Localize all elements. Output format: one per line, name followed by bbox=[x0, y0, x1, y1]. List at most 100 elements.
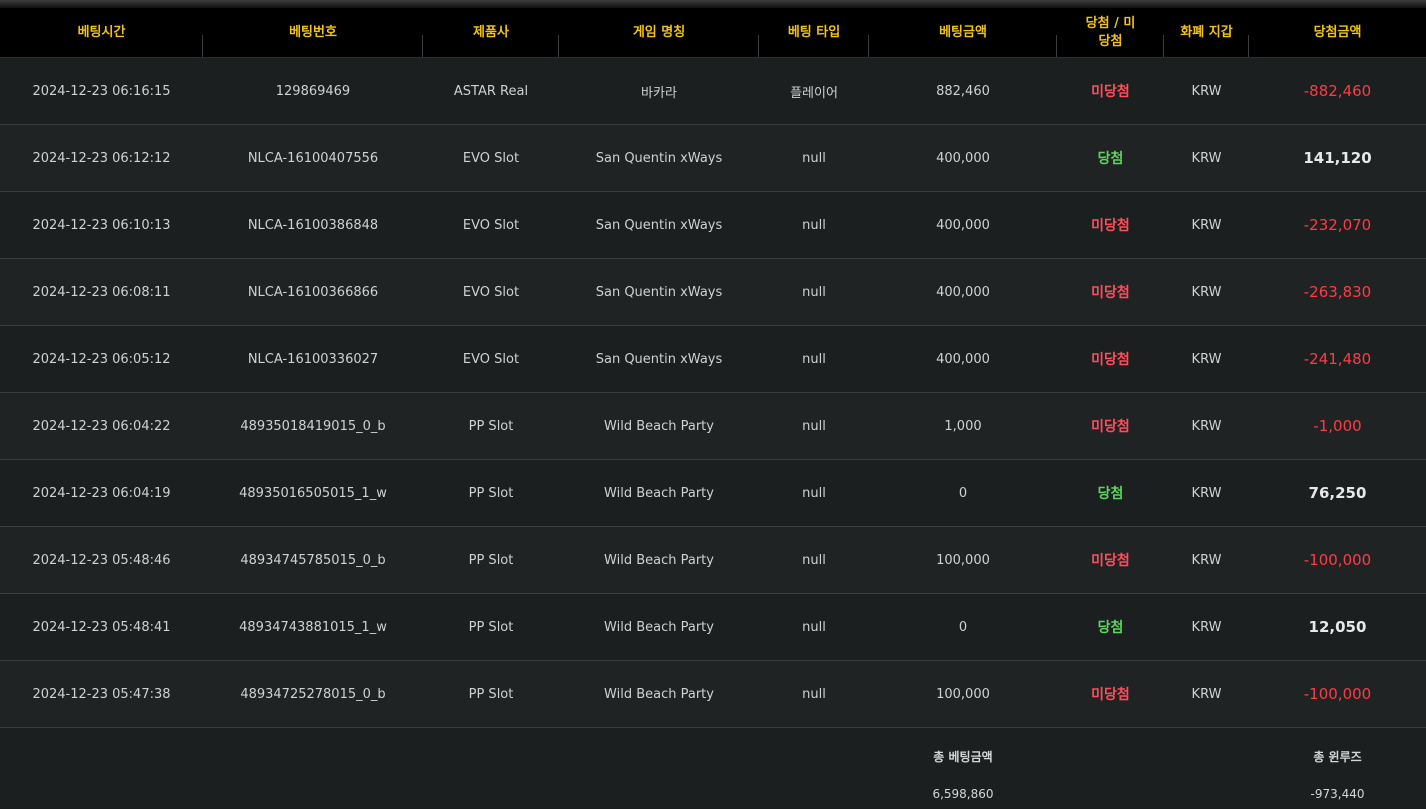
currency-cell: KRW bbox=[1164, 593, 1249, 661]
bet-time-cell: 2024-12-23 06:12:12 bbox=[0, 124, 203, 192]
header-bet-number: 베팅번호 bbox=[203, 8, 423, 58]
provider-cell: PP Slot bbox=[423, 526, 559, 594]
header-game-name: 게임 명칭 bbox=[559, 8, 759, 58]
bet-type-cell: null bbox=[759, 124, 869, 192]
table-row: 2024-12-23 05:47:38 48934725278015_0_b PP … bbox=[0, 660, 1426, 728]
game-name-cell: San Quentin xWays bbox=[559, 191, 759, 259]
bet-amount-cell: 100,000 bbox=[869, 526, 1057, 594]
bet-number-cell: 48934745785015_0_b bbox=[203, 526, 423, 594]
bet-time-cell: 2024-12-23 06:05:12 bbox=[0, 325, 203, 393]
result-cell: 당첨 bbox=[1057, 593, 1164, 661]
provider-cell: PP Slot bbox=[423, 459, 559, 527]
payout-cell: -882,460 bbox=[1249, 57, 1426, 125]
payout-cell: 76,250 bbox=[1249, 459, 1426, 527]
bet-amount-cell: 400,000 bbox=[869, 258, 1057, 326]
total-winloss-cell: 총 윈루즈 -973,440 bbox=[1249, 727, 1426, 808]
bet-time-cell: 2024-12-23 06:04:19 bbox=[0, 459, 203, 527]
header-bet-amount: 베팅금액 bbox=[869, 8, 1057, 58]
bet-time-cell: 2024-12-23 06:08:11 bbox=[0, 258, 203, 326]
betting-history-table: 베팅시간 베팅번호 제품사 게임 명칭 베팅 타입 베팅금액 당첨 / 미당첨 … bbox=[0, 8, 1426, 808]
bet-number-cell: NLCA-16100407556 bbox=[203, 124, 423, 192]
bet-number-cell: 48934725278015_0_b bbox=[203, 660, 423, 728]
payout-cell: -100,000 bbox=[1249, 660, 1426, 728]
bet-number-cell: 129869469 bbox=[203, 57, 423, 125]
result-cell: 미당첨 bbox=[1057, 325, 1164, 393]
result-cell: 미당첨 bbox=[1057, 392, 1164, 460]
currency-cell: KRW bbox=[1164, 258, 1249, 326]
payout-cell: -241,480 bbox=[1249, 325, 1426, 393]
table-body: 2024-12-23 06:16:15 129869469 ASTAR Real 바카… bbox=[0, 57, 1426, 728]
bet-type-cell: 플레이어 bbox=[759, 57, 869, 125]
currency-cell: KRW bbox=[1164, 191, 1249, 259]
game-name-cell: Wild Beach Party bbox=[559, 459, 759, 527]
header-payout: 당첨금액 bbox=[1249, 8, 1426, 58]
table-row: 2024-12-23 06:16:15 129869469 ASTAR Real 바카… bbox=[0, 57, 1426, 125]
header-result: 당첨 / 미당첨 bbox=[1057, 8, 1164, 58]
table-row: 2024-12-23 06:12:12 NLCA-16100407556 EVO S… bbox=[0, 124, 1426, 192]
game-name-cell: Wild Beach Party bbox=[559, 392, 759, 460]
bet-type-cell: null bbox=[759, 258, 869, 326]
payout-cell: -100,000 bbox=[1249, 526, 1426, 594]
total-bet-value: 6,598,860 bbox=[932, 787, 994, 801]
currency-cell: KRW bbox=[1164, 459, 1249, 527]
bet-time-cell: 2024-12-23 06:16:15 bbox=[0, 57, 203, 125]
table-summary: 총 베팅금액 6,598,860 총 윈루즈 -973,440 bbox=[0, 727, 1426, 808]
result-cell: 미당첨 bbox=[1057, 258, 1164, 326]
result-cell: 미당첨 bbox=[1057, 526, 1164, 594]
bet-number-cell: 48935018419015_0_b bbox=[203, 392, 423, 460]
bet-time-cell: 2024-12-23 05:48:46 bbox=[0, 526, 203, 594]
table-row: 2024-12-23 06:08:11 NLCA-16100366866 EVO S… bbox=[0, 258, 1426, 326]
bet-amount-cell: 100,000 bbox=[869, 660, 1057, 728]
provider-cell: PP Slot bbox=[423, 593, 559, 661]
bet-type-cell: null bbox=[759, 526, 869, 594]
currency-cell: KRW bbox=[1164, 325, 1249, 393]
bet-amount-cell: 400,000 bbox=[869, 325, 1057, 393]
currency-cell: KRW bbox=[1164, 392, 1249, 460]
payout-cell: -232,070 bbox=[1249, 191, 1426, 259]
game-name-cell: Wild Beach Party bbox=[559, 526, 759, 594]
top-bar bbox=[0, 0, 1426, 8]
table-header: 베팅시간 베팅번호 제품사 게임 명칭 베팅 타입 베팅금액 당첨 / 미당첨 … bbox=[0, 8, 1426, 58]
table-row: 2024-12-23 06:04:22 48935018419015_0_b PP … bbox=[0, 392, 1426, 460]
bet-time-cell: 2024-12-23 06:04:22 bbox=[0, 392, 203, 460]
bet-type-cell: null bbox=[759, 459, 869, 527]
bet-time-cell: 2024-12-23 05:48:41 bbox=[0, 593, 203, 661]
bet-number-cell: 48935016505015_1_w bbox=[203, 459, 423, 527]
header-bet-time: 베팅시간 bbox=[0, 8, 203, 58]
total-bet-label: 총 베팅금액 bbox=[933, 750, 993, 764]
payout-cell: 141,120 bbox=[1249, 124, 1426, 192]
provider-cell: EVO Slot bbox=[423, 325, 559, 393]
header-provider: 제품사 bbox=[423, 8, 559, 58]
currency-cell: KRW bbox=[1164, 660, 1249, 728]
bet-number-cell: NLCA-16100336027 bbox=[203, 325, 423, 393]
payout-cell: 12,050 bbox=[1249, 593, 1426, 661]
provider-cell: EVO Slot bbox=[423, 258, 559, 326]
bet-amount-cell: 0 bbox=[869, 593, 1057, 661]
table-row: 2024-12-23 06:10:13 NLCA-16100386848 EVO S… bbox=[0, 191, 1426, 259]
total-winloss-label: 총 윈루즈 bbox=[1313, 750, 1362, 764]
result-cell: 당첨 bbox=[1057, 124, 1164, 192]
result-cell: 미당첨 bbox=[1057, 191, 1164, 259]
table-row: 2024-12-23 06:05:12 NLCA-16100336027 EVO S… bbox=[0, 325, 1426, 393]
total-bet-cell: 총 베팅금액 6,598,860 bbox=[869, 727, 1057, 808]
bet-amount-cell: 0 bbox=[869, 459, 1057, 527]
table-row: 2024-12-23 05:48:46 48934745785015_0_b PP … bbox=[0, 526, 1426, 594]
table-row: 2024-12-23 06:04:19 48935016505015_1_w PP … bbox=[0, 459, 1426, 527]
payout-cell: -1,000 bbox=[1249, 392, 1426, 460]
bet-amount-cell: 882,460 bbox=[869, 57, 1057, 125]
game-name-cell: San Quentin xWays bbox=[559, 325, 759, 393]
game-name-cell: 바카라 bbox=[559, 57, 759, 125]
game-name-cell: Wild Beach Party bbox=[559, 593, 759, 661]
bet-number-cell: 48934743881015_1_w bbox=[203, 593, 423, 661]
bet-amount-cell: 400,000 bbox=[869, 191, 1057, 259]
provider-cell: EVO Slot bbox=[423, 191, 559, 259]
header-bet-type: 베팅 타입 bbox=[759, 8, 869, 58]
currency-cell: KRW bbox=[1164, 57, 1249, 125]
provider-cell: ASTAR Real bbox=[423, 57, 559, 125]
bet-type-cell: null bbox=[759, 593, 869, 661]
game-name-cell: San Quentin xWays bbox=[559, 258, 759, 326]
bet-amount-cell: 400,000 bbox=[869, 124, 1057, 192]
result-cell: 미당첨 bbox=[1057, 660, 1164, 728]
provider-cell: PP Slot bbox=[423, 660, 559, 728]
bet-type-cell: null bbox=[759, 660, 869, 728]
